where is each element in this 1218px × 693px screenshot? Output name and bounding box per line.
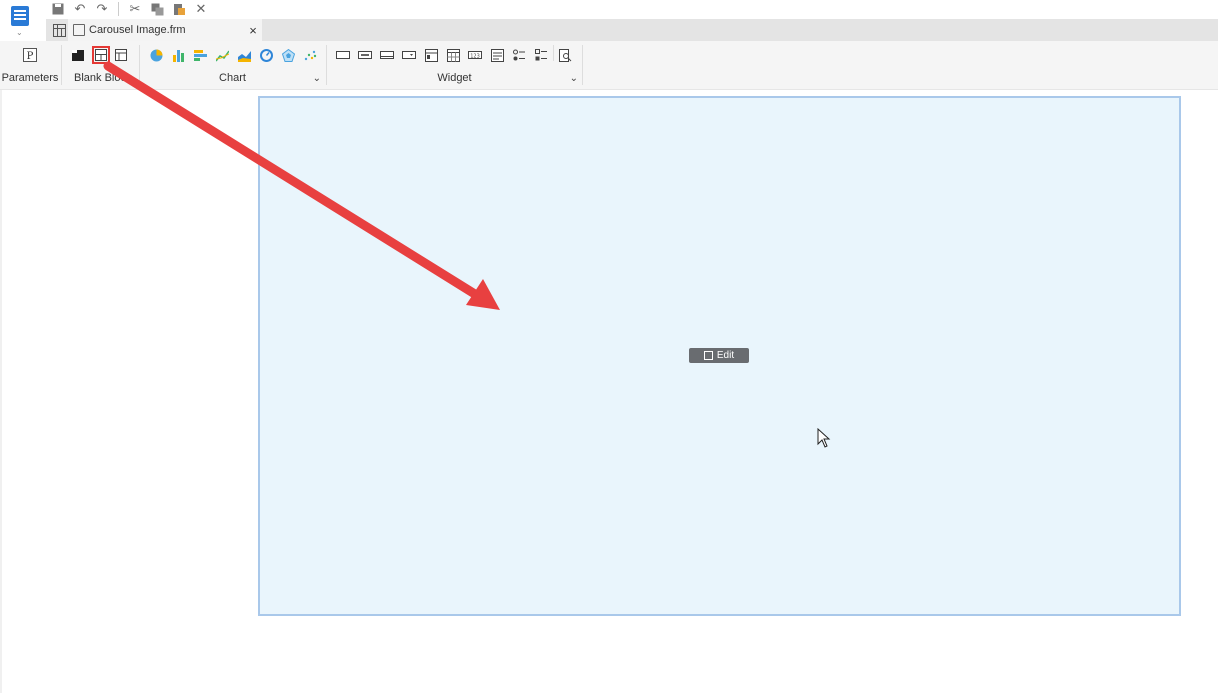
save-icon[interactable]	[50, 1, 66, 17]
paste-icon[interactable]	[171, 1, 187, 17]
list-widget-icon[interactable]	[489, 47, 505, 63]
app-logo[interactable]: ⌄	[0, 0, 42, 42]
absolute-block-icon[interactable]	[92, 46, 110, 64]
tab-block-icon[interactable]	[113, 47, 129, 63]
ribbon-group-chart: Chart ⌄	[140, 41, 325, 89]
undo-icon[interactable]: ↶	[72, 1, 88, 17]
label-widget-icon[interactable]	[335, 47, 351, 63]
column-chart-icon[interactable]	[170, 47, 186, 63]
ribbon-group-widget: 123 Widget ⌄	[327, 41, 582, 89]
ribbon-group-parameters: P Parameters	[0, 41, 60, 89]
edit-button[interactable]: Edit	[689, 348, 749, 363]
parameter-icon[interactable]: P	[22, 47, 38, 63]
ribbon-group-label: Parameters	[1, 72, 59, 84]
delete-icon[interactable]: ✕	[193, 1, 209, 17]
edit-icon	[703, 351, 713, 360]
ribbon-group-label: Chart	[219, 72, 246, 84]
toolbar-divider	[118, 2, 119, 16]
close-tab-button[interactable]: ×	[244, 23, 262, 38]
checkbox-group-icon[interactable]	[533, 47, 549, 63]
gauge-chart-icon[interactable]	[258, 47, 274, 63]
layout-grid-icon[interactable]	[50, 21, 68, 39]
chart-group-expand-icon[interactable]: ⌄	[313, 73, 321, 84]
document-tab[interactable]: Carousel Image.frm ×	[68, 19, 262, 41]
ribbon-toolbar: P Parameters Blank Block Chart ⌄ 123 Wid…	[0, 41, 1218, 90]
date-widget-icon[interactable]	[423, 47, 439, 63]
widget-group-expand-icon[interactable]: ⌄	[570, 73, 578, 84]
calendar-widget-icon[interactable]	[445, 47, 461, 63]
chevron-down-icon: ⌄	[16, 28, 23, 37]
ribbon-divider	[582, 45, 583, 85]
line-chart-icon[interactable]	[214, 47, 230, 63]
mouse-cursor-icon	[817, 428, 831, 448]
redo-icon[interactable]: ↷	[94, 1, 110, 17]
preview-icon[interactable]	[557, 47, 573, 63]
radar-chart-icon[interactable]	[280, 47, 296, 63]
number-widget-icon[interactable]: 123	[467, 47, 483, 63]
ribbon-group-label: Widget	[437, 72, 472, 84]
bar-chart-icon[interactable]	[192, 47, 208, 63]
app-menu-icon	[11, 6, 29, 26]
copy-icon[interactable]	[149, 1, 165, 17]
edit-button-label: Edit	[716, 350, 735, 361]
scatter-chart-icon[interactable]	[302, 47, 318, 63]
canvas-edge	[0, 90, 2, 693]
quick-access-toolbar: ↶ ↷ ✂ ✕	[46, 0, 1218, 18]
ribbon-group-label: Blank Block	[74, 72, 132, 84]
document-tab-title: Carousel Image.frm	[89, 24, 186, 36]
pie-chart-icon[interactable]	[148, 47, 164, 63]
combo-widget-icon[interactable]	[401, 47, 417, 63]
text-widget-icon[interactable]	[357, 47, 373, 63]
form-file-icon	[73, 24, 85, 36]
dark-block-icon[interactable]	[70, 47, 86, 63]
ribbon-group-blank-block: Blank Block	[62, 41, 138, 89]
parameter-icon-letter: P	[27, 51, 34, 62]
svg-text:123: 123	[470, 54, 480, 60]
area-chart-icon[interactable]	[236, 47, 252, 63]
cut-icon[interactable]: ✂	[127, 1, 143, 17]
ribbon-divider	[553, 45, 554, 61]
radio-group-icon[interactable]	[511, 47, 527, 63]
button-widget-icon[interactable]	[379, 47, 395, 63]
